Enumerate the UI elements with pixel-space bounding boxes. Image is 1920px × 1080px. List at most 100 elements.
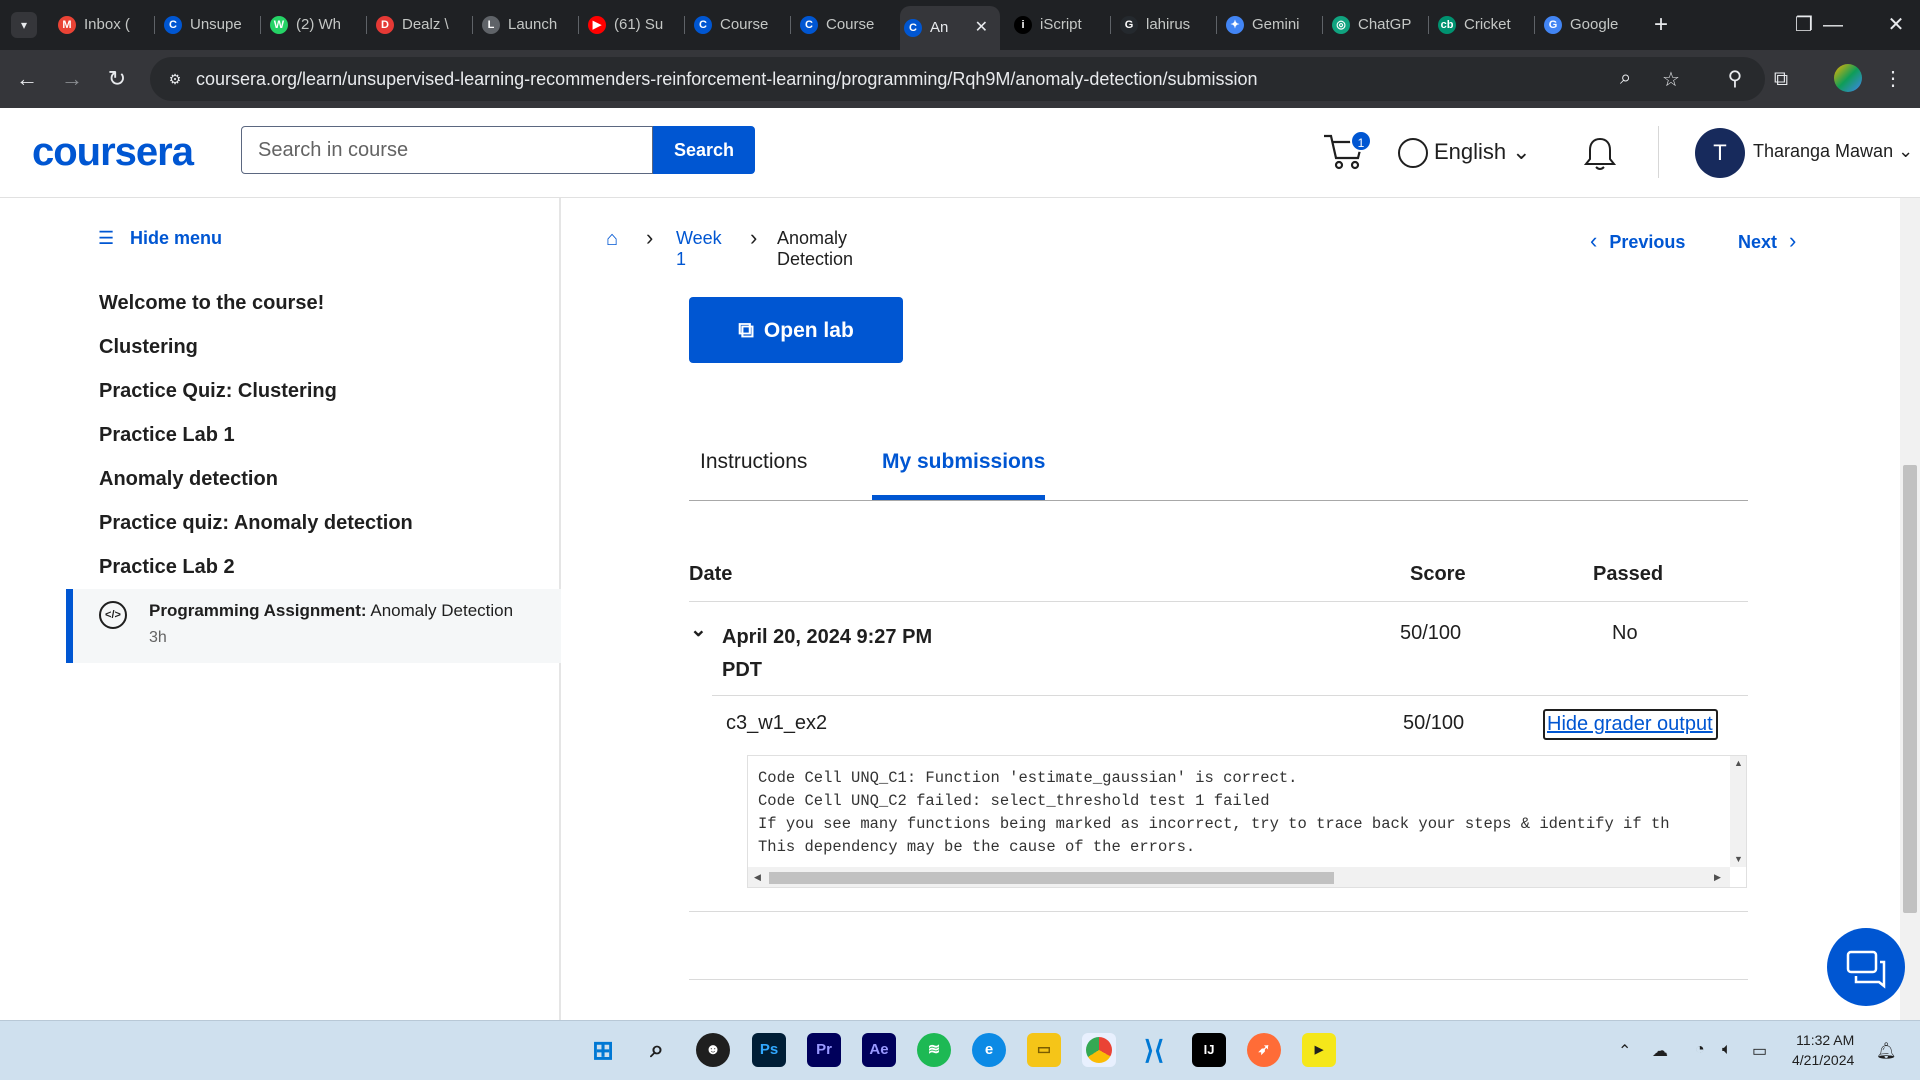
- open-lab-button[interactable]: ⧉ Open lab: [689, 297, 903, 363]
- bookmark-star-icon[interactable]: ☆: [1662, 67, 1680, 92]
- forward-icon[interactable]: →: [57, 64, 87, 94]
- zoom-icon[interactable]: ⌕: [1620, 67, 1631, 90]
- browser-tab[interactable]: C An ✕: [900, 6, 1000, 50]
- new-tab-icon[interactable]: +: [1654, 10, 1668, 40]
- file-explorer-icon[interactable]: ▭: [1027, 1033, 1061, 1067]
- windows-start-icon[interactable]: ⊞: [586, 1033, 620, 1067]
- close-window-icon[interactable]: ✕: [1876, 8, 1916, 42]
- after-effects-icon[interactable]: Ae: [862, 1033, 896, 1067]
- cloud-icon[interactable]: ☁: [1652, 1041, 1668, 1061]
- scroll-down-icon[interactable]: ▼: [1734, 854, 1743, 864]
- browser-tab[interactable]: C Unsupe: [160, 8, 254, 42]
- home-icon[interactable]: ⌂: [606, 228, 618, 251]
- photoshop-icon[interactable]: Ps: [752, 1033, 786, 1067]
- edge-icon[interactable]: e: [972, 1033, 1006, 1067]
- external-link-icon: ⧉: [738, 317, 754, 342]
- language-selector[interactable]: English ⌄: [1398, 138, 1531, 168]
- browser-tab[interactable]: M Inbox (: [54, 8, 148, 42]
- wifi-icon[interactable]: ◔: [1695, 1041, 1705, 1059]
- taskbar-search-icon[interactable]: ⌕: [640, 1033, 674, 1067]
- tab-search-icon[interactable]: ▾: [11, 12, 37, 38]
- reload-icon[interactable]: ↻: [102, 64, 132, 94]
- notifications-bell-icon[interactable]: [1583, 136, 1619, 172]
- submission-passed: No: [1612, 622, 1638, 644]
- sidebar-item-anomaly-detection[interactable]: Anomaly detection: [99, 468, 278, 491]
- user-name[interactable]: Tharanga Mawan ⌄: [1753, 141, 1913, 162]
- maximize-icon[interactable]: ❐: [1784, 8, 1824, 42]
- browser-tab[interactable]: G Google: [1540, 8, 1634, 42]
- postman-icon[interactable]: ➶: [1247, 1033, 1281, 1067]
- scroll-up-icon[interactable]: ▲: [1734, 758, 1743, 768]
- back-icon[interactable]: ←: [12, 64, 42, 94]
- scroll-left-icon[interactable]: ◀: [754, 872, 761, 883]
- user-avatar[interactable]: T: [1695, 128, 1745, 178]
- page-scroll-thumb[interactable]: [1903, 465, 1917, 913]
- notification-bell-icon[interactable]: 🔔︎: [1876, 1041, 1896, 1061]
- browser-tab[interactable]: ▶ (61) Su: [584, 8, 678, 42]
- grader-vertical-scrollbar[interactable]: ▲ ▼: [1730, 756, 1746, 867]
- system-clock[interactable]: 11:32 AM 4/21/2024: [1792, 1030, 1854, 1070]
- sidebar-item-programming-assignment[interactable]: </> Programming Assignment: Anomaly Dete…: [66, 589, 561, 663]
- hide-grader-output-button[interactable]: Hide grader output: [1543, 709, 1718, 740]
- coursera-logo[interactable]: coursera: [32, 130, 194, 175]
- column-header-passed: Passed: [1593, 563, 1664, 585]
- volume-icon[interactable]: 🔈︎: [1722, 1041, 1732, 1059]
- cart-button[interactable]: 1: [1322, 128, 1372, 176]
- tab-instructions[interactable]: Instructions: [700, 450, 807, 474]
- spotify-icon[interactable]: ≋: [917, 1033, 951, 1067]
- sidebar-item-practice-lab-1[interactable]: Practice Lab 1: [99, 424, 235, 447]
- chrome-icon[interactable]: [1082, 1033, 1116, 1067]
- vscode-icon[interactable]: ⟩⟨: [1137, 1033, 1171, 1067]
- browser-tab[interactable]: C Course: [796, 8, 890, 42]
- chevron-right-icon: ›: [750, 225, 758, 250]
- search-button[interactable]: Search: [653, 126, 755, 174]
- potplayer-icon[interactable]: ▶: [1302, 1033, 1336, 1067]
- browser-profile-avatar[interactable]: [1834, 64, 1862, 92]
- extensions-icon[interactable]: ⧉: [1766, 64, 1796, 94]
- gemini-icon: ✦: [1226, 16, 1244, 34]
- breadcrumb-week-link[interactable]: Week 1: [676, 228, 722, 270]
- part-name: c3_w1_ex2: [726, 712, 828, 734]
- alienware-icon[interactable]: ☻: [696, 1033, 730, 1067]
- hide-menu-button[interactable]: ☰ Hide menu: [98, 228, 222, 249]
- browser-tab[interactable]: D Dealz \: [372, 8, 466, 42]
- browser-tab[interactable]: ✦ Gemini: [1222, 8, 1316, 42]
- browser-tab-label: ChatGP: [1358, 16, 1412, 33]
- sidebar-item-welcome[interactable]: Welcome to the course!: [99, 292, 324, 315]
- browser-tab[interactable]: L Launch: [478, 8, 572, 42]
- horizontal-scroll-thumb[interactable]: [769, 872, 1334, 884]
- sidebar-item-practice-quiz-anomaly[interactable]: Practice quiz: Anomaly detection: [99, 512, 413, 535]
- sidebar-item-practice-lab-2[interactable]: Practice Lab 2: [99, 556, 235, 579]
- browser-tab[interactable]: W (2) Wh: [266, 8, 360, 42]
- intellij-icon[interactable]: IJ: [1192, 1033, 1226, 1067]
- site-info-icon[interactable]: ⚙: [164, 68, 186, 90]
- browser-tab[interactable]: cb Cricket: [1434, 8, 1528, 42]
- previous-button[interactable]: ‹ Previous: [1590, 228, 1685, 254]
- premiere-icon[interactable]: Pr: [807, 1033, 841, 1067]
- tray-overflow-chevron-icon[interactable]: ⌃: [1618, 1041, 1631, 1061]
- battery-icon[interactable]: ▭: [1752, 1041, 1767, 1061]
- chat-help-button[interactable]: [1827, 928, 1905, 1006]
- sidebar-item-practice-quiz-clustering[interactable]: Practice Quiz: Clustering: [99, 380, 337, 403]
- tab-my-submissions[interactable]: My submissions: [882, 450, 1045, 474]
- course-search-input[interactable]: [241, 126, 653, 174]
- address-bar[interactable]: ⚙ coursera.org/learn/unsupervised-learni…: [150, 57, 1765, 101]
- course-sidebar: ☰ Hide menu Welcome to the course! Cluste…: [0, 198, 561, 1020]
- expand-chevron-icon[interactable]: ⌄: [690, 617, 707, 642]
- browser-tab[interactable]: ◎ ChatGP: [1328, 8, 1422, 42]
- browser-tab[interactable]: Glahirus: [1116, 8, 1210, 42]
- close-tab-icon[interactable]: ✕: [975, 6, 988, 50]
- grader-horizontal-scrollbar[interactable]: ◀ ▶: [748, 867, 1730, 887]
- browser-menu-icon[interactable]: ⋮: [1878, 64, 1908, 94]
- grader-output-box[interactable]: Code Cell UNQ_C1: Function 'estimate_gau…: [747, 755, 1747, 888]
- chat-icon: [1846, 950, 1886, 989]
- tab-separator: [684, 16, 685, 34]
- extension-pin-icon[interactable]: ⚲: [1720, 64, 1750, 94]
- sidebar-item-clustering[interactable]: Clustering: [99, 336, 198, 359]
- windows-taskbar: ⊞ ⌕ ☻ Ps Pr Ae ≋ e ▭ ⟩⟨ IJ ➶ ▶ ⌃ ☁ ◔ 🔈︎ …: [0, 1020, 1920, 1080]
- browser-tab[interactable]: i iScript: [1010, 8, 1104, 42]
- next-button[interactable]: Next ›: [1738, 228, 1796, 254]
- url-text[interactable]: coursera.org/learn/unsupervised-learning…: [196, 69, 1258, 90]
- scroll-right-icon[interactable]: ▶: [1714, 872, 1721, 883]
- browser-tab[interactable]: C Course: [690, 8, 784, 42]
